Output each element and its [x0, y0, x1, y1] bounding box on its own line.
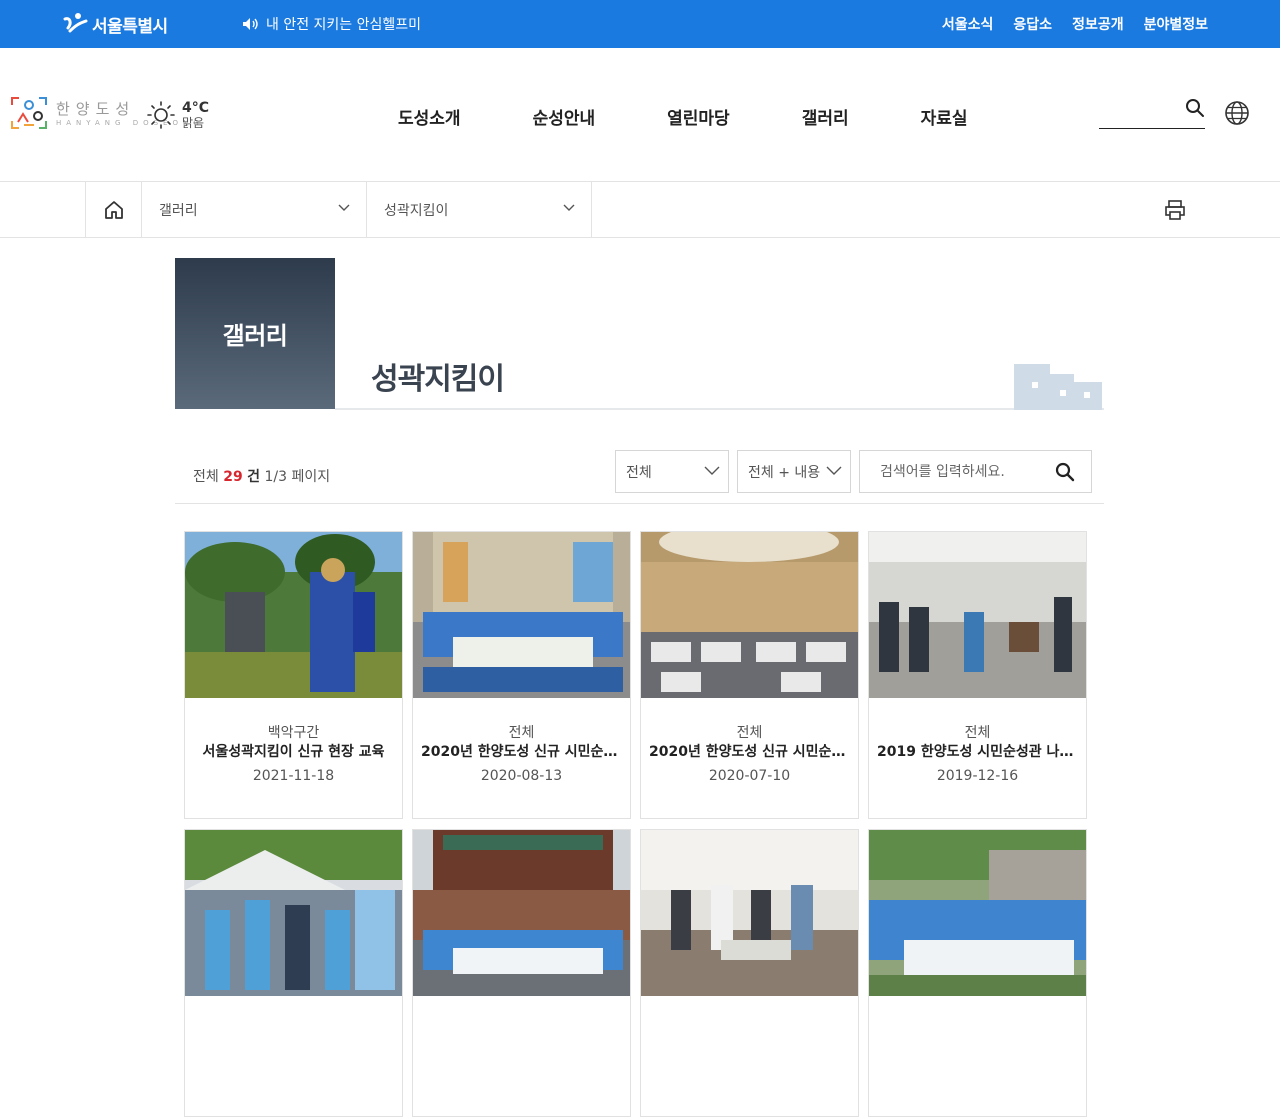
- search-scope-value: 전체 + 내용: [748, 464, 821, 481]
- speaker-icon: [243, 18, 258, 30]
- seoul-brand-text: 서울특별시: [92, 16, 168, 37]
- nav-open-forum[interactable]: 열린마당: [667, 104, 730, 129]
- gallery-card[interactable]: 전체 2019 한양도성 시민순성관 나눔대회 2019-12-16: [868, 531, 1087, 819]
- breadcrumb-dropdown-level2[interactable]: 성곽지킴이: [367, 182, 592, 238]
- weather-widget: 4°C 맑음: [146, 100, 209, 130]
- sun-icon: [147, 101, 175, 129]
- gallery-thumbnail[interactable]: [641, 532, 858, 698]
- search-icon[interactable]: [1055, 462, 1075, 482]
- gallery-card-date: 2019-12-16: [936, 768, 1019, 784]
- gallery-thumbnail[interactable]: [869, 532, 1086, 698]
- main-nav: 도성소개 순성안내 열린마당 갤러리 자료실: [398, 104, 968, 129]
- gallery-card-title[interactable]: 2020년 한양도성 신규 시민순성관 교육: [641, 742, 858, 762]
- chevron-down-icon: [826, 466, 842, 475]
- gallery-thumbnail[interactable]: [413, 532, 630, 698]
- gallery-card-title[interactable]: 2019 한양도성 시민순성관 나눔대회: [869, 742, 1086, 762]
- chevron-down-icon: [338, 204, 350, 211]
- gallery-card-tag: 전체: [508, 725, 535, 741]
- nav-doseong-intro[interactable]: 도성소개: [398, 104, 461, 129]
- gallery-thumbnail[interactable]: [185, 532, 402, 698]
- top-bar: 서울특별시 내 안전 지키는 안심헬프미 서울소식 응답소 정보공개 분야별정보: [0, 0, 1280, 48]
- photo-image: [413, 532, 630, 698]
- chevron-down-icon: [704, 466, 720, 475]
- photo-image: [869, 532, 1086, 698]
- notice-text: 내 안전 지키는 안심헬프미: [266, 17, 422, 33]
- search-scope-select[interactable]: 전체 + 내용: [737, 450, 851, 493]
- chevron-down-icon: [563, 204, 575, 211]
- category-filter-value: 전체: [626, 464, 652, 481]
- gallery-card-date: 2020-08-13: [480, 768, 563, 784]
- result-count: 전체 29 건 1/3 페이지: [193, 466, 330, 486]
- photo-image: [185, 532, 402, 698]
- header-search-input[interactable]: [1099, 96, 1179, 126]
- weather-condition: 맑음: [182, 115, 205, 130]
- gallery-card[interactable]: [184, 829, 403, 1117]
- photo-image: [641, 830, 858, 996]
- gallery-card-title[interactable]: 서울성곽지킴이 신규 현장 교육: [185, 742, 402, 762]
- gallery-card[interactable]: 전체 2020년 한양도성 신규 시민순성관 교육 2020-08-13: [412, 531, 631, 819]
- notice-link[interactable]: 내 안전 지키는 안심헬프미: [242, 14, 421, 34]
- nav-sunseong-guide[interactable]: 순성안내: [533, 104, 596, 129]
- category-title-box: 갤러리: [175, 258, 335, 409]
- skyline-decoration: [1014, 364, 1102, 410]
- gallery-thumbnail[interactable]: [869, 830, 1086, 996]
- photo-image: [413, 830, 630, 996]
- nav-gallery[interactable]: 갤러리: [802, 104, 849, 129]
- topnav-seoul-news[interactable]: 서울소식: [942, 14, 994, 34]
- seoul-logo[interactable]: 서울특별시: [62, 10, 168, 38]
- board-search: [859, 450, 1092, 493]
- gallery-card[interactable]: [640, 829, 859, 1117]
- nav-archive[interactable]: 자료실: [921, 104, 968, 129]
- header-search: [1099, 96, 1205, 129]
- gallery-thumbnail[interactable]: [185, 830, 402, 996]
- photo-image: [869, 830, 1086, 996]
- count-prefix: 전체: [193, 469, 219, 485]
- count-number: 29: [223, 469, 243, 485]
- topnav-info-disclosure[interactable]: 정보공개: [1072, 14, 1124, 34]
- gallery-thumbnail[interactable]: [413, 830, 630, 996]
- seoul-mark-icon: [63, 13, 88, 33]
- top-nav: 서울소식 응답소 정보공개 분야별정보: [942, 14, 1208, 34]
- count-unit: 건: [247, 469, 261, 485]
- weather-temperature: 4°C: [182, 99, 210, 116]
- home-icon: [104, 201, 123, 219]
- print-icon[interactable]: [1164, 199, 1186, 221]
- title-divider: [335, 408, 1104, 410]
- breadcrumb-home[interactable]: [85, 182, 142, 238]
- topnav-eungdapso[interactable]: 응답소: [1013, 14, 1052, 34]
- gallery-thumbnail[interactable]: [641, 830, 858, 996]
- list-divider: [175, 503, 1104, 504]
- gallery-card[interactable]: [412, 829, 631, 1117]
- gallery-card-date: 2020-07-10: [708, 768, 791, 784]
- gallery-card-date: 2021-11-18: [252, 768, 335, 784]
- site-header: 한양도성 HANYANG DOSEONG 4°C 맑음 도성소개 순성안내 열린…: [0, 48, 1280, 182]
- gallery-card-title[interactable]: 2020년 한양도성 신규 시민순성관 교육: [413, 742, 630, 762]
- category-filter-select[interactable]: 전체: [615, 450, 729, 493]
- gallery-card[interactable]: [868, 829, 1087, 1117]
- gallery-card[interactable]: 전체 2020년 한양도성 신규 시민순성관 교육 2020-07-10: [640, 531, 859, 819]
- topnav-field-info[interactable]: 분야별정보: [1144, 14, 1208, 34]
- gallery-card-tag: 전체: [736, 725, 763, 741]
- photo-image: [641, 532, 858, 698]
- gallery-card-tag: 전체: [964, 725, 991, 741]
- gallery-card[interactable]: 백악구간 서울성곽지킴이 신규 현장 교육 2021-11-18: [184, 531, 403, 819]
- page-title: 성곽지킴이: [371, 362, 505, 397]
- page-indicator: 1/3 페이지: [264, 469, 331, 485]
- search-icon[interactable]: [1185, 98, 1205, 118]
- breadcrumb: 갤러리 성곽지킴이: [0, 182, 1280, 238]
- breadcrumb-level2-label: 성곽지킴이: [384, 203, 449, 219]
- board-search-input[interactable]: [880, 461, 1050, 483]
- breadcrumb-level1-label: 갤러리: [159, 203, 198, 219]
- gallery-card-tag: 백악구간: [267, 725, 320, 741]
- breadcrumb-dropdown-level1[interactable]: 갤러리: [142, 182, 367, 238]
- hanyang-mark-icon: [11, 97, 47, 129]
- photo-image: [185, 830, 402, 996]
- globe-icon[interactable]: [1224, 100, 1250, 126]
